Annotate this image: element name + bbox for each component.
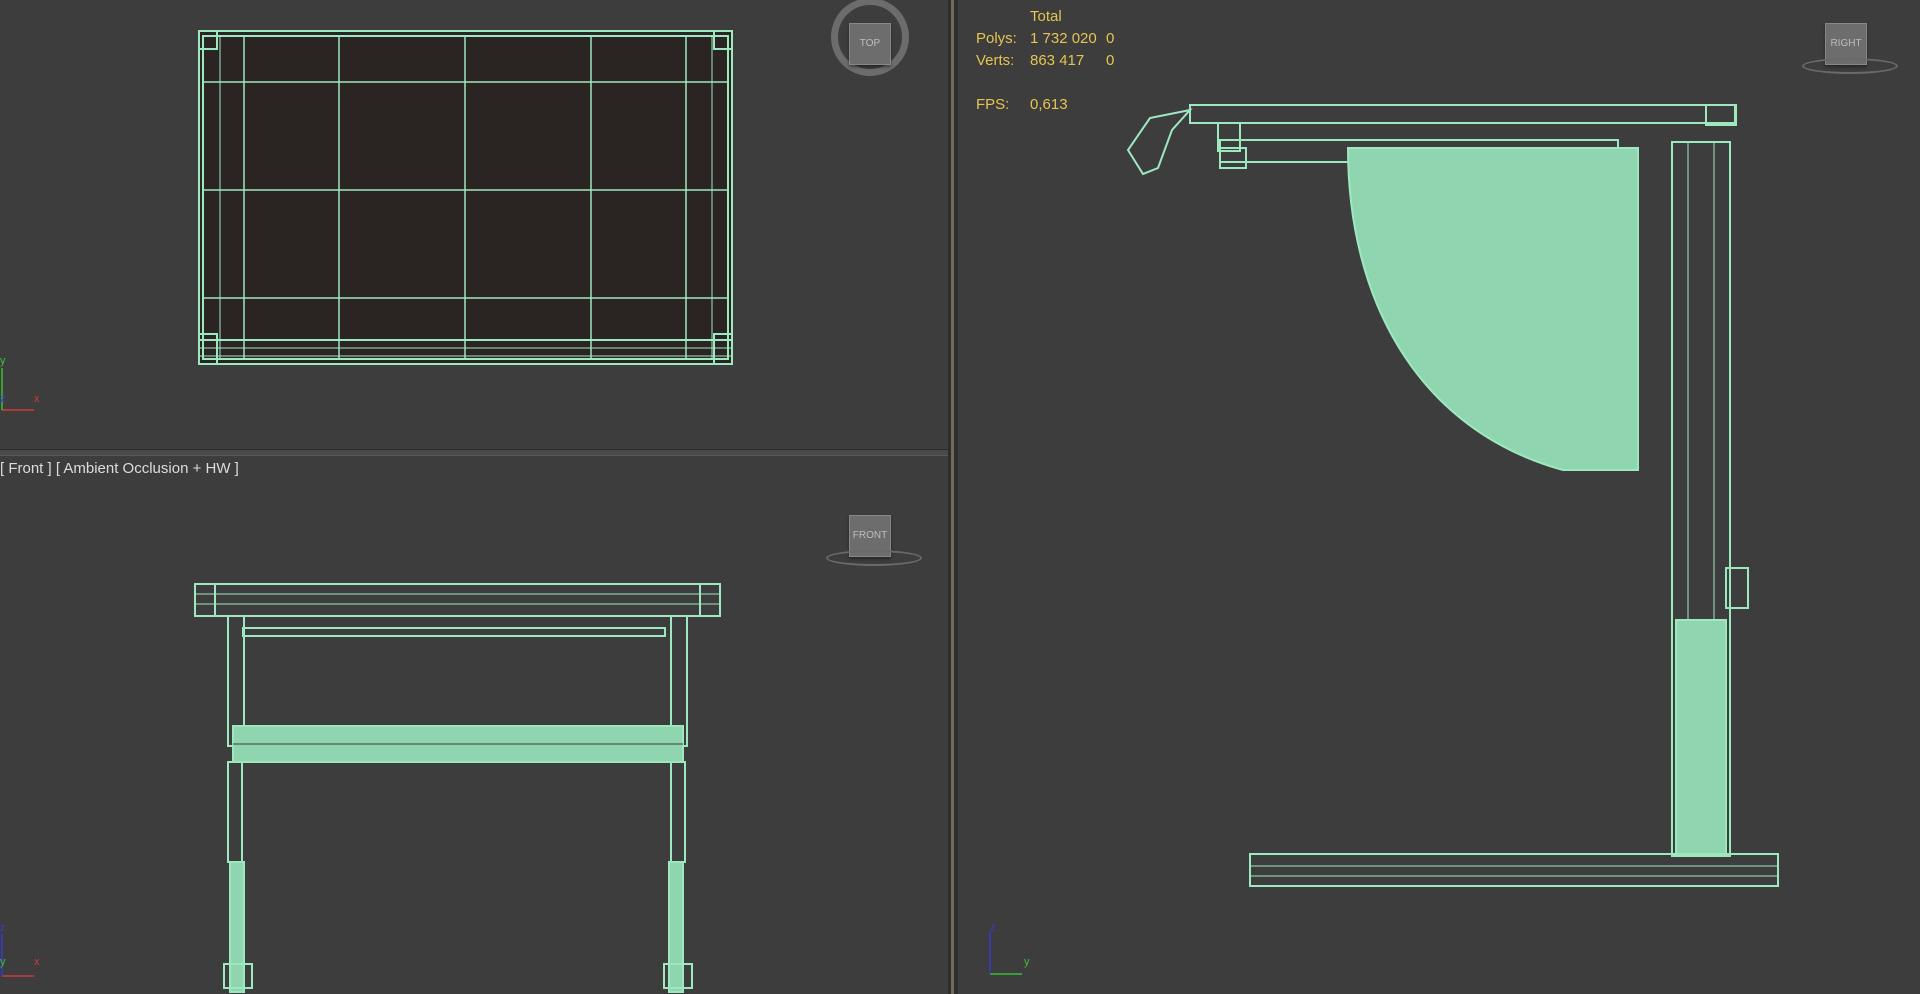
vertical-viewport-splitter-line <box>951 0 954 994</box>
axis-label-x-front: x <box>34 956 40 968</box>
viewport-front[interactable]: FRONT <box>0 456 948 994</box>
viewport-label: [ Front ] [ Ambient Occlusion + HW ] <box>0 460 239 477</box>
top-view-wireframe <box>198 30 733 365</box>
axis-tripod-right <box>989 932 1022 975</box>
stats-polys-value: 1 732 020 <box>1030 30 1097 47</box>
stats-fps-label: FPS: <box>976 96 1010 113</box>
stats-verts-value: 863 417 <box>1030 52 1085 69</box>
viewcube-top[interactable]: TOP <box>826 0 916 88</box>
viewport-top[interactable]: TOP <box>0 0 948 450</box>
viewcube-compass-ring[interactable] <box>826 550 922 566</box>
horizontal-viewport-splitter[interactable] <box>0 449 950 456</box>
stats-polys-selected: 0 <box>1106 30 1115 47</box>
stats-verts-label: Verts: <box>976 52 1015 69</box>
right-view-wireframe <box>1126 104 1779 887</box>
axis-label-y-front: y <box>0 956 6 968</box>
viewport-right[interactable]: RIGHT <box>958 0 1920 994</box>
stats-verts-selected: 0 <box>1106 52 1115 69</box>
axis-tripod-top <box>1 368 34 411</box>
viewcube-compass-ring[interactable] <box>1802 58 1898 74</box>
vertical-viewport-splitter[interactable] <box>948 0 958 994</box>
view-name-menu[interactable]: [ Front ] <box>0 460 52 477</box>
stats-header: Total <box>1030 8 1062 25</box>
axis-label-y-right: y <box>1024 956 1030 968</box>
axis-tripod-front <box>1 934 34 977</box>
stats-fps-value: 0,613 <box>1030 96 1068 113</box>
stats-polys-label: Polys: <box>976 30 1017 47</box>
viewcube-front[interactable]: FRONT <box>826 500 922 580</box>
axis-label-x-top: x <box>34 393 40 405</box>
viewcube-right[interactable]: RIGHT <box>1802 8 1898 88</box>
shading-mode-menu[interactable]: [ Ambient Occlusion + HW ] <box>56 460 239 477</box>
viewcube-face-top[interactable]: TOP <box>849 23 891 65</box>
axis-label-z-front: z <box>0 922 6 934</box>
axis-label-y-top: y <box>0 355 6 367</box>
front-view-wireframe <box>194 583 721 993</box>
axis-label-z-top: z <box>0 393 6 405</box>
axis-label-z-right: z <box>990 922 996 934</box>
